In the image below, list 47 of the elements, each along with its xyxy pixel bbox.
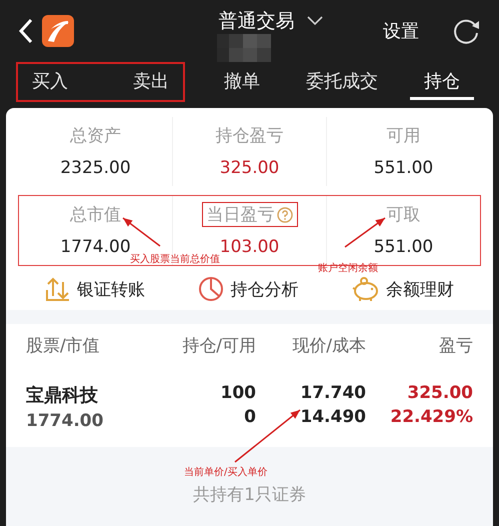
stat-value: 551.00 (374, 158, 434, 178)
action-link[interactable]: 银证转账 (38, 274, 151, 304)
stat-value: 551.00 (374, 237, 434, 257)
transfer-icon (44, 276, 71, 302)
stat-label: 持仓盈亏 (216, 125, 284, 147)
column-header: 现价/成本 (291, 335, 366, 357)
annotation-arrow (234, 409, 300, 463)
stat-value: 2325.00 (60, 158, 131, 178)
annotation-note: 账户空闲余额 (318, 262, 378, 275)
stat-value: 1774.00 (60, 237, 131, 257)
pie-chart-icon (198, 276, 224, 302)
profit-amount: 325.00 (407, 383, 473, 403)
dropdown-icon[interactable] (306, 16, 322, 26)
annotation-note: 当前单价/买入单价 (184, 466, 268, 479)
back-icon[interactable] (18, 18, 34, 44)
stat-value: 103.00 (220, 237, 280, 257)
page-title: 普通交易 (218, 9, 294, 34)
annotation-note: 买入股票当前总价值 (130, 252, 220, 266)
stat-label: 当日盈亏 (206, 204, 274, 226)
piggy-bank-icon (352, 276, 380, 302)
action-link[interactable]: 余额理财 (346, 274, 460, 304)
tab[interactable]: 委托成交 (292, 64, 392, 100)
stat-value: 325.00 (220, 158, 280, 178)
tab[interactable]: 卖出 (119, 64, 183, 100)
position-qty: 100 (220, 383, 256, 403)
app-logo (42, 15, 74, 47)
stat-label: 总资产 (70, 125, 121, 147)
holdings-count: 共持有1只证券 (193, 484, 306, 506)
tab[interactable]: 持仓 (410, 64, 474, 100)
available-qty: 0 (244, 407, 256, 427)
column-header: 股票/市值 (26, 335, 101, 357)
column-header: 盈亏 (438, 335, 473, 357)
settings-button[interactable]: 设置 (379, 19, 423, 43)
current-price: 17.740 (300, 383, 366, 403)
cost-price: 14.490 (300, 407, 366, 427)
stat-label: 总市值 (70, 204, 121, 226)
market-value: 1774.00 (26, 411, 104, 431)
tab[interactable]: 撤单 (210, 64, 274, 100)
stat-label: 可取 (386, 204, 420, 226)
stock-name: 宝鼎科技 (26, 384, 99, 407)
tab[interactable]: 买入 (18, 64, 82, 100)
holding-row[interactable]: 宝鼎科技 1774.00 100 0 17.740 14.490 325.00 22.429% (6, 367, 493, 447)
column-header: 持仓/可用 (181, 335, 256, 357)
stat-label: 可用 (386, 125, 420, 147)
action-link[interactable]: 持仓分析 (192, 274, 304, 304)
profit-percent: 22.429% (390, 407, 473, 427)
blurred-account (216, 34, 270, 62)
